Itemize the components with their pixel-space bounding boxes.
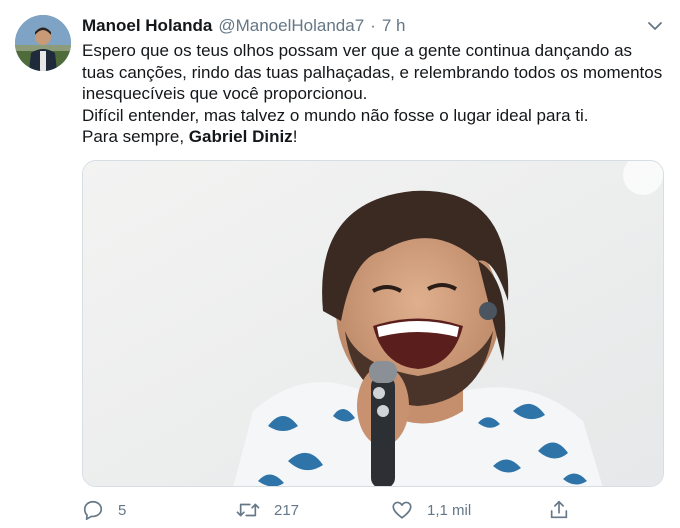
tweet-closing: Para sempre, Gabriel Diniz! xyxy=(82,126,667,148)
tweet-text-line: Difícil entender, mas talvez o mundo não… xyxy=(82,105,589,125)
retweet-button[interactable]: 217 xyxy=(236,496,299,524)
author-name[interactable]: Manoel Holanda xyxy=(82,14,212,38)
tweet[interactable]: Manoel Holanda @ManoelHolanda7 · 7 h Esp… xyxy=(0,0,680,528)
share-button[interactable] xyxy=(548,496,570,524)
closing-suffix: ! xyxy=(292,127,298,146)
tweet-header: Manoel Holanda @ManoelHolanda7 · 7 h xyxy=(82,14,405,38)
like-count: 1,1 mil xyxy=(427,501,472,519)
closing-name: Gabriel Diniz xyxy=(188,127,293,146)
closing-prefix: Para sempre, xyxy=(82,127,189,146)
reply-button[interactable]: 5 xyxy=(82,496,126,524)
tweet-text: Espero que os teus olhos possam ver que … xyxy=(82,40,667,148)
tweet-time[interactable]: 7 h xyxy=(382,14,406,38)
tweet-actions: 5 217 1,1 mil xyxy=(82,496,582,524)
author-handle[interactable]: @ManoelHolanda7 xyxy=(218,14,364,38)
tweet-photo[interactable] xyxy=(82,160,664,487)
like-button[interactable]: 1,1 mil xyxy=(391,496,471,524)
separator-dot: · xyxy=(370,16,376,35)
reply-count: 5 xyxy=(118,501,127,519)
avatar[interactable] xyxy=(15,15,71,71)
retweet-count: 217 xyxy=(274,501,300,519)
retweet-icon xyxy=(236,499,260,521)
reply-icon xyxy=(82,499,104,521)
heart-icon xyxy=(391,499,413,521)
chevron-down-icon[interactable] xyxy=(645,16,665,36)
share-icon xyxy=(548,499,570,521)
tweet-text-line: Espero que os teus olhos possam ver que … xyxy=(82,41,663,103)
